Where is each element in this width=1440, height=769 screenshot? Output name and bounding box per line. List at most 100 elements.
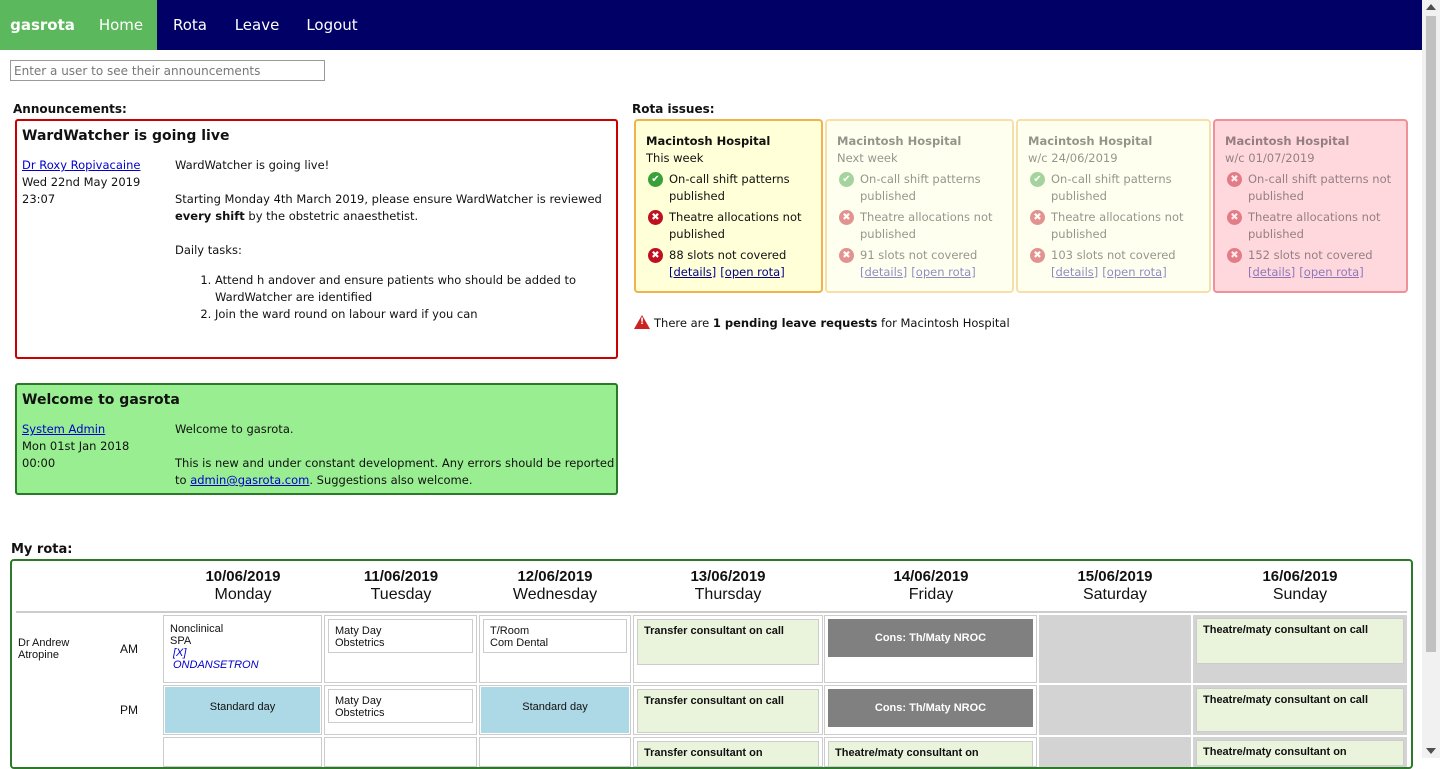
open-rota-link[interactable]: [open rota] — [1299, 265, 1363, 279]
issue-row-theatre: ✖ Theatre allocations not published — [1225, 209, 1400, 243]
rota-cell-tue-row3[interactable] — [324, 737, 477, 767]
announcement-paragraph: Starting Monday 4th March 2019, please e… — [175, 191, 615, 225]
rota-issue-card: Macintosh Hospital w/c 24/06/2019 ✔ On-call… — [1016, 119, 1211, 293]
rota-cell-fri-pm[interactable]: Cons: Th/Maty NROC — [824, 685, 1037, 735]
cell-link[interactable]: [X] — [173, 647, 315, 659]
rota-slot-pm: PM — [120, 703, 138, 717]
issue-text: Theatre allocations not published — [669, 210, 802, 241]
rota-cell-content: Transfer consultant on call — [637, 689, 819, 733]
issue-text: Theatre allocations not published — [1248, 210, 1381, 241]
cell-line: Obstetrics — [335, 707, 385, 719]
task-item: Join the ward round on labour ward if yo… — [215, 306, 615, 323]
leave-count-text[interactable]: 1 pending leave requests — [713, 316, 878, 330]
cell-line: Maty Day — [335, 695, 382, 707]
scroll-up-arrow-icon[interactable] — [1426, 4, 1436, 10]
announcement-time: 00:00 — [22, 456, 56, 470]
rota-day-header: 12/06/2019 Wednesday — [475, 568, 635, 604]
day-name: Monday — [214, 586, 272, 603]
issue-text: Theatre allocations not published — [1051, 210, 1184, 241]
rota-day-header: 15/06/2019 Saturday — [1035, 568, 1195, 604]
check-icon: ✔ — [648, 172, 663, 187]
issue-row-theatre: ✖ Theatre allocations not published — [1028, 209, 1203, 243]
rota-cell-mon-row3[interactable] — [163, 737, 322, 767]
rota-cell-thu-am[interactable]: Transfer consultant on call — [633, 615, 823, 683]
day-name: Sunday — [1272, 586, 1328, 603]
rota-cell-fri-am[interactable]: Cons: Th/Maty NROC — [824, 615, 1037, 683]
issue-text: On-call shift patterns not published — [1248, 172, 1392, 203]
rota-cell-content: Theatre/maty consultant on — [828, 741, 1033, 767]
announcement-card: Welcome to gasrota System Admin Mon 01st… — [15, 383, 618, 495]
issue-links: [details] [open rota] — [669, 264, 815, 281]
rota-issue-body: Macintosh Hospital w/c 24/06/2019 ✔ On-call… — [1028, 133, 1203, 281]
announcement-intro: WardWatcher is going live! — [175, 158, 330, 172]
open-rota-link[interactable]: [open rota] — [1102, 265, 1166, 279]
issue-week: w/c 24/06/2019 — [1028, 151, 1118, 165]
announcement-intro: Welcome to gasrota. — [175, 422, 294, 436]
announcement-date: Wed 22nd May 2019 — [22, 175, 141, 189]
rota-cell-mon-pm[interactable]: Standard day — [163, 685, 322, 735]
rota-cell-sun-am[interactable]: Theatre/maty consultant on call — [1193, 615, 1407, 683]
open-rota-link[interactable]: [open rota] — [911, 265, 975, 279]
rota-cell-sat-pm[interactable] — [1039, 685, 1191, 735]
cell-link[interactable]: ONDANSETRON — [173, 659, 315, 671]
scroll-thumb[interactable] — [1426, 16, 1436, 652]
rota-cell-content: Standard day — [481, 687, 629, 733]
details-link[interactable]: [details] — [860, 265, 907, 279]
issue-week: This week — [646, 151, 704, 165]
rota-day-header: 13/06/2019 Thursday — [648, 568, 808, 604]
rota-cell-mon-am[interactable]: Nonclinical SPA [X] ONDANSETRON — [163, 615, 322, 683]
announcement-title: Welcome to gasrota — [22, 392, 180, 408]
rota-cell-fri-row3[interactable]: Theatre/maty consultant on — [824, 737, 1037, 767]
day-name: Friday — [908, 586, 954, 603]
rota-cell-sun-row3[interactable]: Theatre/maty consultant on — [1193, 737, 1407, 767]
nav-leave[interactable]: Leave — [226, 0, 288, 50]
issue-row-slots: ✖ 91 slots not covered [details] [open rota… — [837, 247, 1006, 281]
issue-row-shift: ✔ On-call shift patterns published — [1028, 171, 1203, 205]
nav-logout[interactable]: Logout — [300, 0, 364, 50]
tasks-heading: Daily tasks: — [175, 243, 242, 257]
issue-text: Theatre allocations not published — [860, 210, 993, 241]
user-announcement-search-input[interactable] — [10, 60, 325, 81]
rota-cell-content: Cons: Th/Maty NROC — [828, 619, 1033, 657]
announcement-date: Mon 01st Jan 2018 — [22, 439, 130, 453]
admin-email-link[interactable]: admin@gasrota.com — [190, 473, 309, 487]
rota-cell-wed-pm[interactable]: Standard day — [479, 685, 631, 735]
rota-cell-thu-row3[interactable]: Transfer consultant on — [633, 737, 823, 767]
cell-line: Nonclinical — [170, 623, 224, 635]
issue-links: [details] [open rota] — [1248, 264, 1400, 281]
details-link[interactable]: [details] — [669, 265, 716, 279]
rota-cell-content: Nonclinical SPA [X] ONDANSETRON — [164, 616, 321, 678]
announcement-meta: Dr Roxy Ropivacaine Wed 22nd May 2019 23… — [22, 157, 162, 208]
nav-home[interactable]: Home — [85, 0, 157, 50]
rota-cell-content: Transfer consultant on — [637, 741, 819, 767]
rota-cell-tue-pm[interactable]: Maty Day Obstetrics — [324, 685, 477, 735]
announcement-time: 23:07 — [22, 192, 56, 206]
day-date: 14/06/2019 — [893, 568, 969, 585]
scroll-down-arrow-icon[interactable] — [1426, 748, 1436, 754]
details-link[interactable]: [details] — [1248, 265, 1295, 279]
cell-line: T/Room — [490, 625, 530, 637]
rota-cell-thu-pm[interactable]: Transfer consultant on call — [633, 685, 823, 735]
issue-row-shift: ✔ On-call shift patterns published — [837, 171, 1006, 205]
rota-issue-body: Macintosh Hospital This week ✔ On-call shif… — [646, 133, 815, 281]
rota-cell-sun-pm[interactable]: Theatre/maty consultant on call — [1193, 685, 1407, 735]
rota-day-header: 14/06/2019 Friday — [851, 568, 1011, 604]
page-scrollbar[interactable] — [1422, 0, 1440, 758]
nav-rota[interactable]: Rota — [160, 0, 220, 50]
rota-cell-tue-am[interactable]: Maty Day Obstetrics — [324, 615, 477, 683]
rota-cell-content: Transfer consultant on call — [637, 619, 819, 665]
details-link[interactable]: [details] — [1051, 265, 1098, 279]
rota-cell-sat-row3[interactable] — [1039, 737, 1191, 767]
rota-cell-wed-row3[interactable] — [479, 737, 631, 767]
error-icon: ✖ — [648, 248, 663, 263]
day-name: Saturday — [1082, 586, 1148, 603]
issue-row-slots: ✖ 88 slots not covered [details] [open rota… — [646, 247, 815, 281]
announcement-author-link[interactable]: System Admin — [22, 422, 105, 436]
rota-cell-wed-am[interactable]: T/Room Com Dental — [479, 615, 631, 683]
open-rota-link[interactable]: [open rota] — [720, 265, 784, 279]
brand-logo[interactable]: gasrota — [0, 0, 85, 50]
announcement-author-link[interactable]: Dr Roxy Ropivacaine — [22, 158, 140, 172]
rota-day-header: 11/06/2019 Tuesday — [321, 568, 481, 604]
issue-hospital: Macintosh Hospital — [646, 134, 771, 148]
rota-cell-sat-am[interactable] — [1039, 615, 1191, 683]
